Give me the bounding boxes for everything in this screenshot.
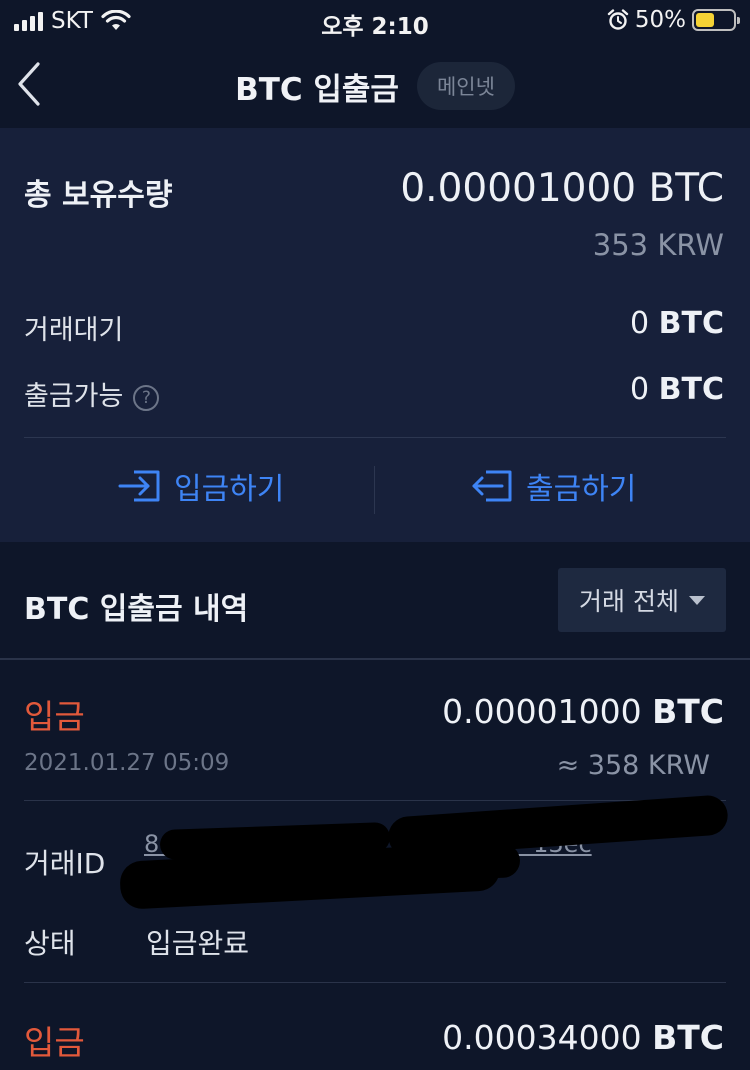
network-badge: 메인넷 bbox=[416, 62, 515, 110]
nav-bar: BTC 입출금 메인넷 bbox=[0, 44, 750, 128]
pending-unit: BTC bbox=[658, 306, 724, 341]
pending-value: 0 BTC bbox=[630, 306, 724, 341]
withdraw-button-label: 출금하기 bbox=[526, 472, 637, 507]
transaction-amount-unit: BTC bbox=[652, 692, 724, 731]
pending-label: 거래대기 bbox=[24, 315, 124, 346]
total-holdings-amount: 0.00001000 BTC bbox=[400, 166, 724, 211]
transaction-amount-value: 0.00001000 bbox=[442, 692, 642, 731]
deposit-button-label: 입금하기 bbox=[174, 472, 285, 507]
history-header: BTC 입출금 내역 거래 전체 bbox=[0, 542, 750, 660]
transaction-status: 입금완료 bbox=[146, 927, 250, 960]
deposit-button[interactable]: 입금하기 bbox=[118, 464, 284, 508]
caret-down-icon bbox=[688, 595, 705, 605]
transaction-amount-value: 0.00034000 bbox=[442, 1018, 642, 1057]
status-bar: SKT 오후 2:10 50% bbox=[0, 0, 750, 44]
holdings-divider bbox=[24, 437, 726, 438]
alarm-clock-icon bbox=[607, 9, 629, 30]
withdrawable-unit: BTC bbox=[658, 372, 724, 407]
transaction-amount: 0.00034000 BTC bbox=[442, 1018, 724, 1057]
transaction-amount-unit: BTC bbox=[652, 1018, 724, 1057]
action-divider bbox=[374, 466, 375, 514]
page-title: BTC 입출금 bbox=[235, 71, 399, 108]
history-divider bbox=[0, 658, 750, 660]
redaction-mark bbox=[359, 843, 521, 883]
transaction-filter-dropdown[interactable]: 거래 전체 bbox=[558, 568, 726, 632]
total-holdings-label: 총 보유수량 bbox=[24, 178, 173, 213]
battery-percent: 50% bbox=[634, 7, 686, 33]
transaction-amount: 0.00001000 BTC bbox=[442, 692, 724, 731]
total-holdings-krw: 353 KRW bbox=[592, 228, 724, 262]
withdrawable-amount: 0 bbox=[630, 372, 650, 407]
transaction-krw: ≈ 358 KRW bbox=[556, 750, 710, 781]
transaction-date: 2021.01.27 05:09 bbox=[24, 750, 230, 776]
status-bar-right: 50% bbox=[607, 7, 740, 33]
transaction-type: 입금 bbox=[24, 1023, 85, 1062]
pending-amount: 0 bbox=[630, 306, 650, 341]
nav-title-group: BTC 입출금 메인넷 bbox=[0, 62, 750, 110]
transaction-divider bbox=[24, 982, 726, 983]
filter-label: 거래 전체 bbox=[579, 587, 679, 616]
transaction-type: 입금 bbox=[24, 697, 85, 736]
withdraw-icon bbox=[472, 470, 512, 502]
withdraw-button[interactable]: 출금하기 bbox=[470, 464, 636, 508]
status-label: 상태 bbox=[24, 927, 76, 960]
battery-icon bbox=[692, 9, 740, 31]
help-icon[interactable]: ? bbox=[133, 384, 160, 411]
withdrawable-value: 0 BTC bbox=[630, 372, 724, 407]
transaction-id-label: 거래ID bbox=[24, 847, 106, 880]
withdrawable-label: 출금가능 bbox=[24, 381, 124, 412]
deposit-icon bbox=[118, 470, 160, 502]
withdrawable-row-label: 출금가능? bbox=[24, 374, 160, 413]
holdings-card: 총 보유수량 0.00001000 BTC 353 KRW 거래대기 0 BTC… bbox=[0, 128, 750, 542]
history-title: BTC 입출금 내역 bbox=[24, 592, 249, 627]
